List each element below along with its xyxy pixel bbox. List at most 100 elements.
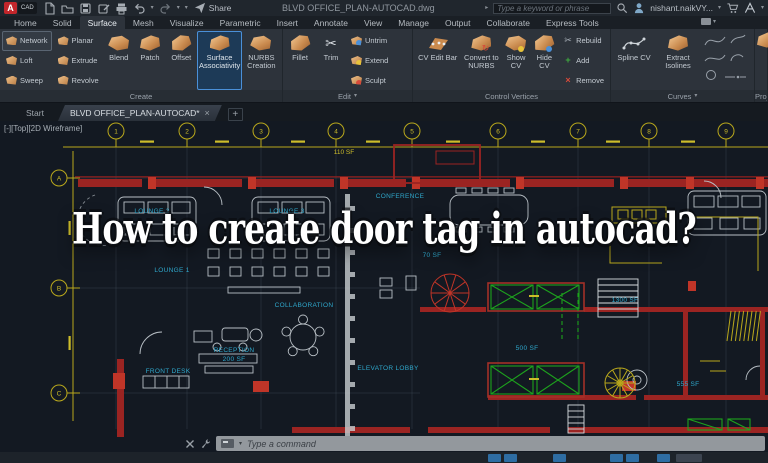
revolve-button[interactable]: Revolve — [54, 70, 103, 90]
offset-button[interactable]: Offset — [166, 31, 196, 90]
tab-drawing[interactable]: BLVD OFFICE_PLAN-AUTOCAD* × — [58, 105, 222, 121]
close-command-icon[interactable] — [185, 439, 195, 449]
hide-cv-button[interactable]: Hide CV — [531, 31, 558, 90]
blend-button[interactable]: Blend — [104, 31, 134, 90]
add-button[interactable]: + Add — [559, 51, 608, 71]
sweep-button[interactable]: Sweep — [2, 70, 52, 90]
trim-button[interactable]: ✂ Trim — [316, 31, 346, 90]
extend-button[interactable]: Extend — [347, 51, 392, 71]
spline-cv-button[interactable]: Spline CV — [613, 31, 655, 90]
app-store-cart-icon[interactable] — [726, 2, 739, 14]
ribbon-tab-collaborate[interactable]: Collaborate — [478, 16, 537, 29]
extract-isolines-button[interactable]: Extract Isolines — [656, 31, 700, 90]
extract-isolines-icon — [668, 35, 688, 51]
qat-customize-icon[interactable]: ▾ — [185, 5, 188, 11]
panel-title-edit[interactable]: Edit ▾ — [283, 90, 412, 102]
planar-button[interactable]: Planar — [54, 31, 103, 51]
ribbon: Network Planar Loft Extrude Sweep Revolv… — [0, 29, 768, 103]
ribbon-tab-output[interactable]: Output — [437, 16, 479, 29]
title-bar: A CAD ▾ ▾ ▾ Share BLVD OFFICE_PLAN-AUTOC… — [0, 0, 768, 16]
help-dropdown-icon[interactable]: ▾ — [761, 5, 764, 11]
customize-wrench-icon[interactable] — [200, 438, 211, 449]
chevron-down-icon[interactable]: ▾ — [239, 440, 242, 447]
panel-title-project: Proje — [755, 90, 767, 102]
command-history-icon[interactable] — [221, 439, 234, 448]
patch-icon — [140, 35, 161, 51]
plot-icon[interactable] — [115, 2, 128, 15]
autodesk-logo-icon[interactable] — [744, 2, 756, 14]
extrude-button[interactable]: Extrude — [54, 51, 103, 71]
ribbon-tab-solid[interactable]: Solid — [45, 16, 80, 29]
surface-associativity-button[interactable]: Surface Associativity — [197, 31, 242, 90]
sculpt-button[interactable]: Sculpt — [347, 70, 392, 90]
redo-icon[interactable] — [159, 2, 172, 15]
status-toggle[interactable] — [626, 454, 639, 462]
ribbon-tab-mesh[interactable]: Mesh — [125, 16, 162, 29]
network-button[interactable]: Network — [2, 31, 52, 51]
ribbon-tab-insert[interactable]: Insert — [269, 16, 306, 29]
ribbon-tab-manage[interactable]: Manage — [390, 16, 437, 29]
status-toggle[interactable] — [657, 454, 670, 462]
convert-to-nurbs-button[interactable]: ↻ Convert to NURBS — [461, 31, 501, 90]
ribbon-tab-express-tools[interactable]: Express Tools — [538, 16, 607, 29]
panel-title-control-vertices[interactable]: Control Vertices — [413, 90, 610, 102]
status-toggle[interactable] — [610, 454, 623, 462]
curve-tools-cluster[interactable] — [701, 31, 749, 83]
undo-icon[interactable] — [133, 2, 146, 15]
new-drawing-button[interactable]: + — [227, 108, 243, 121]
area-label: 110 SF — [334, 149, 355, 156]
signed-in-user[interactable]: nishant.naikVY... — [650, 3, 713, 13]
save-as-icon[interactable] — [97, 2, 110, 15]
patch-button[interactable]: Patch — [135, 31, 165, 90]
svg-text:7: 7 — [576, 129, 580, 136]
show-cv-button[interactable]: Show CV — [502, 31, 529, 90]
ribbon-tab-annotate[interactable]: Annotate — [306, 16, 356, 29]
panel-title-curves[interactable]: Curves ▾ — [611, 90, 754, 102]
fillet-button[interactable]: Fillet — [285, 31, 315, 90]
svg-text:3: 3 — [259, 129, 263, 136]
tab-start[interactable]: Start — [14, 105, 56, 121]
search-input[interactable] — [493, 2, 612, 14]
app-menu-button[interactable]: A CAD — [4, 2, 37, 14]
user-dropdown-icon[interactable]: ▾ — [718, 5, 721, 11]
room-label: COLLABORATION — [275, 302, 334, 309]
user-avatar-icon[interactable] — [633, 2, 645, 14]
svg-text:9: 9 — [724, 129, 728, 136]
panel-create: Network Planar Loft Extrude Sweep Revolv… — [0, 29, 283, 102]
ribbon-tab-surface[interactable]: Surface — [79, 16, 125, 29]
share-button[interactable]: Share — [194, 2, 231, 14]
nurbs-creation-button[interactable]: NURBS Creation — [243, 31, 280, 90]
redo-dropdown-icon[interactable]: ▾ — [177, 5, 180, 11]
close-tab-icon[interactable]: × — [205, 108, 210, 118]
remove-button[interactable]: × Remove — [559, 70, 608, 90]
cv-edit-bar-button[interactable]: CV Edit Bar — [415, 31, 460, 90]
panel-control-vertices: CV Edit Bar ↻ Convert to NURBS Show CV Hi… — [413, 29, 611, 102]
search-icon[interactable] — [616, 2, 628, 14]
new-file-icon[interactable] — [43, 1, 56, 15]
ribbon-tab-parametric[interactable]: Parametric — [212, 16, 269, 29]
loft-button[interactable]: Loft — [2, 51, 52, 71]
undo-dropdown-icon[interactable]: ▾ — [151, 5, 154, 11]
status-toggle[interactable] — [676, 454, 702, 462]
panel-edit: Fillet ✂ Trim Untrim Extend Sculpt Edit ▾ — [283, 29, 413, 102]
ribbon-tab-view[interactable]: View — [356, 16, 390, 29]
panel-title-create[interactable]: Create — [0, 90, 282, 102]
open-folder-icon[interactable] — [61, 2, 74, 15]
status-toggle[interactable] — [488, 454, 501, 462]
room-label: 555 SF — [677, 381, 700, 388]
ribbon-tab-visualize[interactable]: Visualize — [162, 16, 212, 29]
save-icon[interactable] — [79, 2, 92, 15]
command-input[interactable]: ▾ Type a command — [216, 436, 765, 451]
status-toggle[interactable] — [553, 454, 566, 462]
status-toggle[interactable] — [504, 454, 517, 462]
planar-icon — [57, 36, 69, 46]
thumbnail-headline: How to create door tag in autocad? — [72, 203, 697, 254]
rebuild-button[interactable]: ✂ Rebuild — [559, 31, 608, 51]
untrim-button[interactable]: Untrim — [347, 31, 392, 51]
floor-plan-canvas[interactable]: 1 2 3 4 5 6 7 8 9ABC 110 SF LOUNGE 2 LOU… — [0, 121, 768, 452]
ribbon-display-toggle[interactable]: ▾ — [700, 18, 716, 25]
ribbon-tab-home[interactable]: Home — [6, 16, 45, 29]
viewport-controls[interactable]: [-][Top][2D Wireframe] — [4, 124, 82, 133]
room-label: 1300 SF — [612, 297, 639, 304]
drawing-area[interactable]: [-][Top][2D Wireframe] 123456789ABC 110 … — [0, 121, 768, 452]
